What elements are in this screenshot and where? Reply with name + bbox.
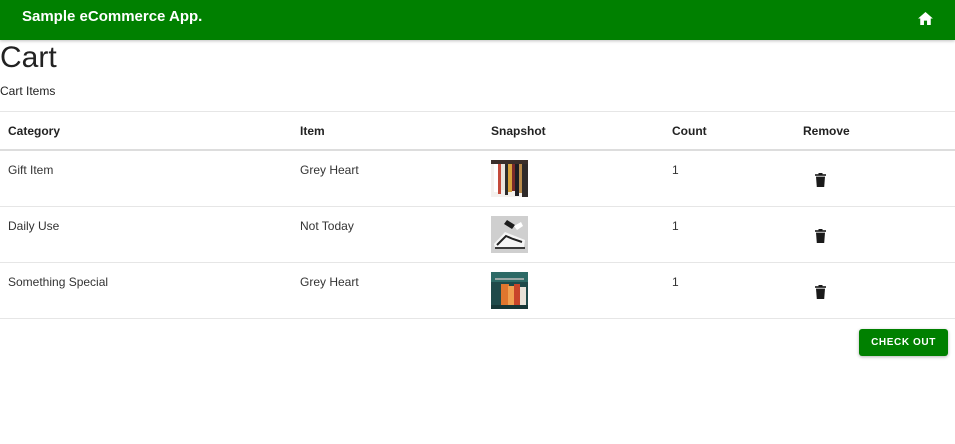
app-bar: Sample eCommerce App.: [0, 0, 955, 40]
remove-item-button[interactable]: [812, 227, 828, 245]
category-cell: Daily Use: [8, 219, 60, 233]
home-icon: [917, 11, 933, 25]
table-row: Something Special Grey Heart 1: [0, 263, 955, 319]
count-cell: 1: [672, 163, 679, 177]
header-count: Count: [672, 124, 707, 138]
header-category: Category: [8, 124, 61, 138]
page-title: Cart: [0, 41, 57, 74]
sneakers-thumbnail: [491, 216, 528, 253]
home-button[interactable]: [912, 5, 938, 31]
shop-clothes-thumbnail: [491, 272, 528, 309]
remove-item-button[interactable]: [812, 283, 828, 301]
check-out-button[interactable]: CHECK OUT: [859, 329, 948, 356]
clothing-rack-thumbnail: [491, 160, 528, 197]
count-cell: 1: [672, 219, 679, 233]
item-cell: Grey Heart: [300, 275, 359, 289]
trash-icon: [814, 229, 826, 243]
trash-icon: [814, 285, 826, 299]
cart-table: Category Item Snapshot Count Remove Gift…: [0, 111, 955, 319]
header-snapshot: Snapshot: [491, 124, 546, 138]
remove-item-button[interactable]: [812, 171, 828, 189]
trash-icon: [814, 173, 826, 187]
header-remove: Remove: [803, 124, 850, 138]
item-cell: Not Today: [300, 219, 354, 233]
table-row: Gift Item Grey Heart 1: [0, 151, 955, 207]
category-cell: Gift Item: [8, 163, 54, 177]
header-item: Item: [300, 124, 325, 138]
item-cell: Grey Heart: [300, 163, 359, 177]
count-cell: 1: [672, 275, 679, 289]
app-title: Sample eCommerce App.: [22, 8, 203, 25]
table-row: Daily Use Not Today 1: [0, 207, 955, 263]
table-header-row: Category Item Snapshot Count Remove: [0, 111, 955, 151]
category-cell: Something Special: [8, 275, 109, 289]
page-subtitle: Cart Items: [0, 84, 56, 98]
